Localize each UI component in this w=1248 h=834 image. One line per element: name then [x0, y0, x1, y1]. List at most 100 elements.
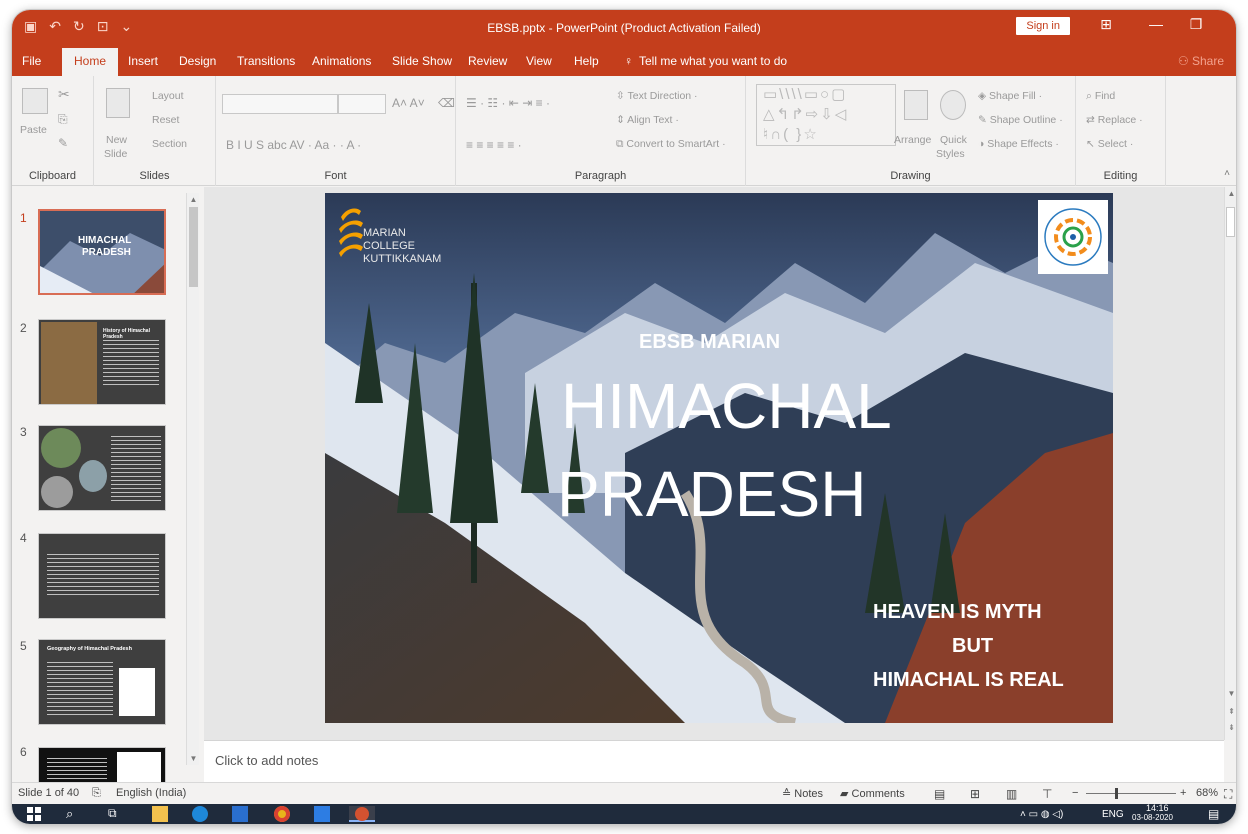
spelling-icon[interactable]: ⎘	[92, 787, 101, 800]
reading-view-icon[interactable]: ▥	[1006, 787, 1017, 801]
language-indicator[interactable]: English (India)	[116, 787, 186, 799]
slide-sorter-icon[interactable]: ⊞	[970, 787, 980, 801]
system-tray-icons[interactable]: ˄ ▭ ◍ ◁)	[1020, 809, 1063, 820]
quick-styles-label-2[interactable]: Styles	[936, 148, 965, 160]
minimize-icon: —	[1149, 16, 1163, 32]
clock-time[interactable]: 14:16	[1146, 803, 1169, 813]
current-slide[interactable]: MARIAN COLLEGE KUTTIKKANAM EBSB MARIAN H…	[325, 193, 1113, 723]
restore-button[interactable]: ❐	[1176, 16, 1216, 33]
tab-home[interactable]: Home	[62, 48, 119, 76]
mail-icon[interactable]	[232, 806, 248, 822]
quick-styles-icon[interactable]	[940, 90, 966, 120]
copy-icon[interactable]: ⎘	[58, 112, 68, 127]
tell-me-search[interactable]: ♀ Tell me what you want to do	[624, 54, 787, 68]
tell-me-text: Tell me what you want to do	[639, 54, 788, 68]
word-icon[interactable]	[314, 806, 330, 822]
paste-icon[interactable]	[22, 88, 48, 114]
shape-fill-button[interactable]: ◈ Shape Fill ·	[978, 90, 1042, 102]
increase-font-icon[interactable]: A˄ A˅	[392, 96, 425, 110]
previous-slide-icon[interactable]: ⇞	[1225, 705, 1236, 718]
replace-button[interactable]: ⇄ Replace ·	[1086, 114, 1143, 126]
shapes-gallery[interactable]: ▭\\\\▭○▢ △↰↱⇨⇩◁ ♮∩( }☆	[756, 84, 896, 146]
clear-formatting-icon[interactable]: ⌫	[438, 96, 455, 110]
thumbnail-slide-6[interactable]	[38, 747, 166, 782]
convert-smartart-button[interactable]: ⧉ Convert to SmartArt ·	[616, 138, 726, 151]
thumbnail-slide-3[interactable]	[38, 425, 166, 511]
slide-scrollbar[interactable]: ▲ ▼ ⇞ ⇟	[1224, 187, 1236, 740]
font-family-combo[interactable]	[222, 94, 338, 114]
group-paragraph: ☰ · ☷ · ⇤ ⇥ ≡ · ≡ ≡ ≡ ≡ ≡ · ⇳ Text Direc…	[456, 76, 746, 186]
new-slide-label-2[interactable]: Slide	[104, 148, 127, 160]
thumbnail-slide-5[interactable]: Geography of Himachal Pradesh	[38, 639, 166, 725]
notes-pane[interactable]: Click to add notes	[204, 740, 1224, 782]
arrange-icon[interactable]	[904, 90, 928, 120]
slideshow-view-icon[interactable]: ⊤	[1042, 787, 1052, 801]
cut-icon[interactable]: ✂	[58, 86, 70, 103]
tab-insert[interactable]: Insert	[128, 54, 158, 68]
quick-styles-label[interactable]: Quick	[940, 134, 967, 146]
arrange-button[interactable]: Arrange	[894, 134, 931, 146]
tab-file[interactable]: File	[22, 54, 41, 68]
thumbnail-slide-4[interactable]	[38, 533, 166, 619]
minimize-button[interactable]: —	[1136, 16, 1176, 32]
tab-animations[interactable]: Animations	[312, 54, 371, 68]
thumbnail-6-image	[117, 752, 161, 782]
scrollbar-thumb[interactable]	[189, 207, 198, 287]
find-button[interactable]: ⌕ Find	[1086, 90, 1115, 103]
thumbnail-scrollbar[interactable]: ▲ ▼	[186, 193, 199, 765]
scroll-down-icon[interactable]: ▼	[187, 752, 200, 765]
layout-button[interactable]: Layout	[152, 90, 184, 102]
tab-transitions[interactable]: Transitions	[237, 54, 295, 68]
tab-slide-show[interactable]: Slide Show	[392, 54, 452, 68]
font-format-row[interactable]: B I U S abc AV · Aa · · A ·	[226, 138, 361, 152]
scrollbar-thumb[interactable]	[1226, 207, 1235, 237]
shape-outline-button[interactable]: ✎ Shape Outline ·	[978, 114, 1063, 126]
search-icon[interactable]: ⌕	[66, 806, 73, 822]
font-size-combo[interactable]	[338, 94, 386, 114]
reset-button[interactable]: Reset	[152, 114, 179, 126]
thumbnail-slide-2[interactable]: History of Himachal Pradesh	[38, 319, 166, 405]
format-painter-icon[interactable]: ✎	[58, 136, 68, 150]
share-button[interactable]: ⚇ Share	[1178, 54, 1224, 68]
ribbon-display-options[interactable]: ⊞	[1086, 16, 1126, 33]
input-language[interactable]: ENG	[1102, 809, 1124, 820]
select-button[interactable]: ↖ Select ·	[1086, 138, 1133, 150]
tab-view[interactable]: View	[526, 54, 552, 68]
align-text-button[interactable]: ⇕ Align Text ·	[616, 114, 679, 126]
new-slide-label[interactable]: New	[106, 134, 127, 146]
zoom-out-icon[interactable]: −	[1072, 787, 1078, 799]
task-view-icon[interactable]: ⧉	[108, 806, 117, 821]
zoom-slider[interactable]	[1086, 793, 1176, 794]
notifications-icon[interactable]: ▤	[1208, 807, 1219, 821]
text-direction-button[interactable]: ⇳ Text Direction ·	[616, 90, 698, 102]
chrome-icon[interactable]	[274, 806, 290, 822]
file-explorer-icon[interactable]	[152, 806, 168, 822]
zoom-slider-handle[interactable]	[1115, 788, 1118, 799]
paste-button[interactable]: Paste	[20, 124, 47, 136]
tab-review[interactable]: Review	[468, 54, 507, 68]
shape-effects-button[interactable]: ◑ Shape Effects ·	[978, 138, 1059, 150]
clock-date[interactable]: 03-08-2020	[1132, 813, 1173, 822]
windows-start-icon[interactable]	[26, 806, 42, 822]
normal-view-icon[interactable]: ▤	[934, 787, 945, 801]
scroll-down-icon[interactable]: ▼	[1225, 687, 1236, 700]
new-slide-icon[interactable]	[106, 88, 130, 118]
alignment-icons[interactable]: ≡ ≡ ≡ ≡ ≡ ·	[466, 138, 522, 152]
zoom-level[interactable]: 68%	[1196, 787, 1218, 799]
bullets-numbering-icons[interactable]: ☰ · ☷ · ⇤ ⇥ ≡ ·	[466, 96, 550, 110]
edge-browser-icon[interactable]	[192, 806, 208, 822]
powerpoint-taskbar-button[interactable]	[349, 806, 375, 822]
collapse-ribbon-icon[interactable]: ˄	[1224, 168, 1230, 179]
tab-help[interactable]: Help	[574, 54, 599, 68]
zoom-in-icon[interactable]: +	[1180, 787, 1186, 799]
notes-toggle[interactable]: ≙ Notes	[782, 787, 823, 800]
comments-toggle[interactable]: ▰ Comments	[840, 787, 905, 800]
fit-to-window-icon[interactable]: ⛶	[1224, 787, 1232, 802]
scroll-up-icon[interactable]: ▲	[187, 193, 200, 206]
thumbnail-slide-1[interactable]: HIMACHAL PRADESH	[38, 209, 166, 295]
sign-in-button[interactable]: Sign in	[1016, 17, 1070, 35]
tab-design[interactable]: Design	[179, 54, 216, 68]
next-slide-icon[interactable]: ⇟	[1225, 721, 1236, 734]
scroll-up-icon[interactable]: ▲	[1225, 187, 1236, 200]
section-button[interactable]: Section	[152, 138, 187, 150]
